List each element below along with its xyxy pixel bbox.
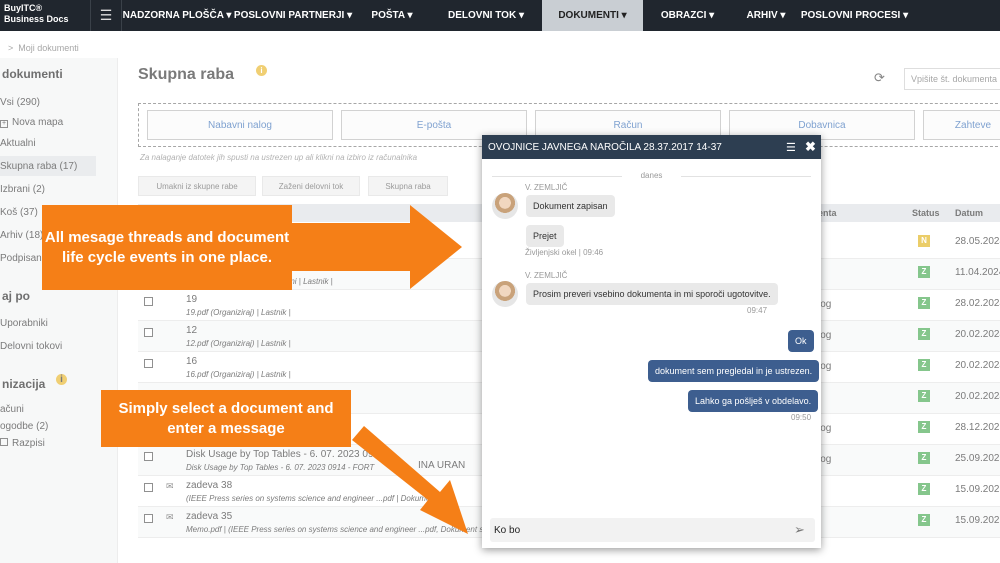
chat-panel: OVOJNICE JAVNEGA NAROČILA 28.37.2017 14-…	[482, 135, 821, 548]
logo-line2: Business Docs	[4, 14, 69, 24]
day-separator: danes	[482, 171, 821, 180]
message-meta: Življenjski okel | 09:46	[525, 248, 604, 257]
message-outgoing: Lahko ga pošlješ v obdelavo.	[688, 390, 819, 412]
hamburger-menu-icon[interactable]: ☰	[90, 0, 122, 31]
message-sender: V. ZEMLJIČ	[525, 183, 568, 192]
callout-top-text: All mesage threads and document life cyc…	[44, 228, 290, 266]
top-navigation: BuyITC® Business Docs ☰ NADZORNA PLOŠČA …	[0, 0, 1000, 31]
message-outgoing: Ok	[788, 330, 814, 352]
message-outgoing: dokument sem pregledal in je ustrezen.	[648, 360, 820, 382]
message-input[interactable]	[494, 522, 784, 538]
message-incoming: Prosim preveri vsebino dokumenta in mi s…	[526, 283, 778, 305]
callout-bottom: Simply select a document and enter a mes…	[101, 390, 351, 447]
chat-title: OVOJNICE JAVNEGA NAROČILA 28.37.2017 14-…	[488, 142, 722, 153]
nav-dokumenti[interactable]: DOKUMENTI ▾	[542, 0, 643, 31]
brand-logo[interactable]: BuyITC® Business Docs	[0, 0, 90, 31]
message-meta: 09:47	[747, 306, 768, 315]
callout-bottom-text: Simply select a document and enter a mes…	[118, 399, 334, 437]
nav-arhiv[interactable]: ARHIV ▾	[732, 0, 800, 31]
message-incoming: Dokument zapisan	[526, 195, 615, 217]
filter-icon[interactable]: ☰	[786, 141, 796, 154]
callout-top: All mesage threads and document life cyc…	[42, 205, 292, 290]
message-incoming: Prejet	[526, 225, 564, 247]
chat-header: OVOJNICE JAVNEGA NAROČILA 28.37.2017 14-…	[482, 135, 821, 159]
nav-nadzorna-plosca[interactable]: NADZORNA PLOŠČA ▾	[122, 0, 232, 31]
send-icon[interactable]: ➢	[794, 522, 805, 538]
message-input-bar: ➢	[490, 518, 815, 542]
avatar	[492, 193, 518, 219]
nav-posta[interactable]: POŠTA ▾	[354, 0, 430, 31]
nav-obrazci[interactable]: OBRAZCI ▾	[643, 0, 732, 31]
avatar	[492, 281, 518, 307]
message-meta: 09:50	[791, 413, 812, 422]
nav-poslovni-partnerji[interactable]: POSLOVNI PARTNERJI ▾	[232, 0, 354, 31]
logo-line1: BuyITC®	[4, 3, 43, 13]
message-sender: V. ZEMLJIČ	[525, 271, 568, 280]
nav-poslovni-procesi[interactable]: POSLOVNI PROCESI ▾	[800, 0, 909, 31]
close-icon[interactable]: ✖	[805, 139, 816, 155]
nav-delovni-tok[interactable]: DELOVNI TOK ▾	[430, 0, 542, 31]
